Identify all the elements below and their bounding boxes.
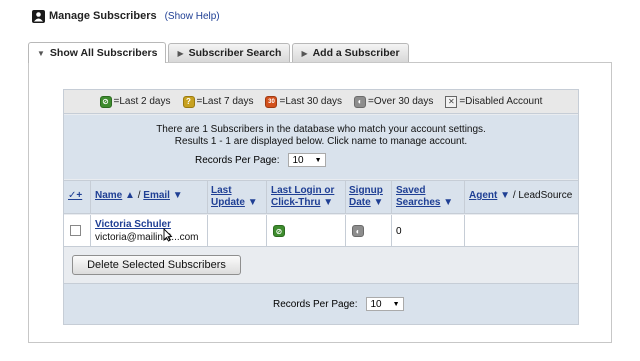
select-value: 10 [292, 154, 304, 166]
records-per-page-label: Records Per Page: [195, 154, 280, 166]
column-divider [90, 181, 91, 213]
chevron-right-icon: ▶ [177, 48, 184, 58]
sort-by-agent-link[interactable]: Agent [469, 190, 497, 201]
status-legend: ⊘ =Last 2 days ? =Last 7 days 30 =Last 3… [64, 90, 578, 114]
select-all-header[interactable]: ✓+ [68, 190, 82, 202]
column-divider [266, 181, 267, 213]
page-header: Manage Subscribers (Show Help) [32, 8, 220, 24]
last-update-header[interactable]: Last Update ▼ [211, 185, 258, 209]
caret-down-icon: ▼ [392, 300, 400, 308]
leadsource-label: / LeadSource [512, 190, 573, 201]
records-per-page-select[interactable]: 10 ▼ [365, 297, 404, 311]
caret-down-icon: ▼ [314, 156, 322, 164]
sort-down-icon[interactable]: ▼ [373, 197, 383, 208]
subscribers-icon [32, 9, 45, 23]
column-divider [464, 215, 465, 246]
sort-by-email-link[interactable]: Email [143, 190, 170, 201]
legend-text: =Over 30 days [368, 96, 434, 107]
table-row: Victoria Schuler victoria@mailinat...com… [64, 215, 578, 247]
tab-label: Show All Subscribers [49, 47, 158, 59]
tab-show-all-subscribers[interactable]: ▼ Show All Subscribers [28, 42, 167, 63]
sort-down-icon[interactable]: ▼ [248, 197, 258, 208]
yellow-status-icon: ? [182, 95, 195, 108]
subscriber-email: victoria@mailinat...com [95, 232, 199, 243]
legend-text: =Last 2 days [113, 96, 171, 107]
legend-item-last-2-days: ⊘ =Last 2 days [99, 95, 171, 108]
subscribers-panel: ⊘ =Last 2 days ? =Last 7 days 30 =Last 3… [28, 62, 612, 343]
records-per-page-top: Records Per Page: 10 ▼ [195, 153, 326, 167]
action-bar: Delete Selected Subscribers [64, 248, 578, 283]
legend-text: =Last 30 days [279, 96, 343, 107]
tab-label: Add a Subscriber [312, 47, 400, 59]
agent-leadsource-header[interactable]: Agent ▼ / LeadSource [469, 190, 572, 202]
sort-down-icon[interactable]: ▼ [323, 197, 333, 208]
signup-date-header[interactable]: Signup Date ▼ [349, 185, 383, 209]
column-divider [345, 215, 346, 246]
table-header: ✓+ Name ▲ / Email ▼ Last Update ▼ Last L… [64, 180, 578, 214]
column-divider [464, 181, 465, 213]
gray-status-icon[interactable]: ◐ [352, 225, 364, 237]
column-divider [266, 215, 267, 246]
sort-by-name-link[interactable]: Name [95, 190, 122, 201]
legend-text: =Last 7 days [196, 96, 254, 107]
legend-item-last-7-days: ? =Last 7 days [182, 95, 254, 108]
mouse-cursor-icon [163, 228, 173, 242]
sort-up-icon[interactable]: ▲ [125, 190, 135, 201]
legend-item-last-30-days: 30 =Last 30 days [265, 95, 343, 108]
saved-searches-count: 0 [396, 226, 402, 237]
results-info: There are 1 Subscribers in the database … [64, 115, 578, 179]
name-email-header[interactable]: Name ▲ / Email ▼ [95, 190, 183, 202]
column-divider [207, 181, 208, 213]
column-divider [345, 181, 346, 213]
select-value: 10 [370, 298, 382, 310]
subscribers-container: ⊘ =Last 2 days ? =Last 7 days 30 =Last 3… [63, 89, 579, 325]
tab-bar: ▼ Show All Subscribers ▶ Subscriber Sear… [28, 42, 411, 63]
page-title: Manage Subscribers [49, 10, 157, 22]
column-divider [90, 215, 91, 246]
column-divider [391, 181, 392, 213]
sort-down-icon[interactable]: ▼ [443, 197, 453, 208]
gray-status-icon: ◐ [354, 95, 367, 108]
saved-searches-header[interactable]: Saved Searches ▼ [396, 185, 453, 209]
records-per-page-select[interactable]: 10 ▼ [287, 153, 326, 167]
tab-subscriber-search[interactable]: ▶ Subscriber Search [168, 43, 291, 62]
column-divider [207, 215, 208, 246]
delete-selected-button[interactable]: Delete Selected Subscribers [72, 255, 241, 275]
tab-label: Subscriber Search [188, 47, 282, 59]
tab-add-subscriber[interactable]: ▶ Add a Subscriber [292, 43, 409, 62]
records-per-page-bottom: Records Per Page: 10 ▼ [273, 297, 404, 311]
column-divider [391, 215, 392, 246]
sort-down-icon[interactable]: ▼ [500, 190, 510, 201]
green-status-icon[interactable]: ⊘ [273, 225, 285, 237]
show-help-link[interactable]: (Show Help) [165, 11, 220, 22]
sort-down-icon[interactable]: ▼ [173, 190, 183, 201]
records-per-page-label: Records Per Page: [273, 298, 358, 310]
results-count-text: There are 1 Subscribers in the database … [156, 124, 486, 135]
chevron-down-icon: ▼ [37, 48, 45, 58]
pagination-footer: Records Per Page: 10 ▼ [64, 283, 578, 324]
orange-status-icon: 30 [265, 95, 278, 108]
legend-text: =Disabled Account [459, 96, 543, 107]
green-status-icon: ⊘ [99, 95, 112, 108]
legend-item-over-30-days: ◐ =Over 30 days [354, 95, 434, 108]
header-slash: / [137, 190, 141, 201]
row-select-checkbox[interactable] [70, 225, 81, 236]
last-login-header[interactable]: Last Login or Click-Thru ▼ [271, 185, 334, 209]
results-range-text: Results 1 - 1 are displayed below. Click… [174, 136, 468, 147]
disabled-box-icon: ✕ [445, 95, 458, 108]
subscriber-name-link[interactable]: Victoria Schuler [95, 219, 171, 230]
legend-item-disabled: ✕ =Disabled Account [445, 95, 543, 108]
chevron-right-icon: ▶ [301, 48, 308, 58]
